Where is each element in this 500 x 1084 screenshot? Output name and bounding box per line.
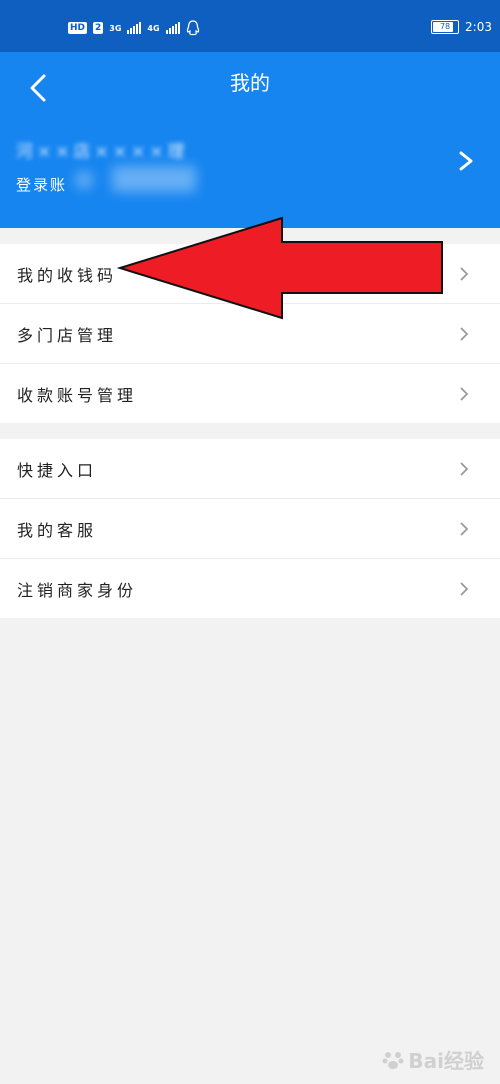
watermark-text: Bai经验 xyxy=(408,1049,484,1073)
chevron-right-icon xyxy=(460,386,469,401)
profile-header: 我的 河××店××××理 登录账 xyxy=(0,52,500,228)
chevron-right-icon[interactable] xyxy=(456,150,476,172)
chevron-right-icon xyxy=(460,521,469,536)
watermark: Bai经验 xyxy=(382,1045,484,1074)
account-label: 登录账 xyxy=(16,176,68,194)
redacted-account-2 xyxy=(112,166,196,192)
page-title: 我的 xyxy=(230,71,270,95)
net2-label: 4G xyxy=(147,23,160,33)
status-left: HD 2 3G 4G xyxy=(68,20,200,36)
menu-section-other: 快捷入口 我的客服 注销商家身份 xyxy=(0,439,500,618)
signal-icon xyxy=(127,22,142,34)
battery-level: 78 xyxy=(439,22,451,31)
signal-icon-2 xyxy=(165,22,180,34)
sim-badge: 2 xyxy=(93,22,104,34)
paw-icon xyxy=(382,1051,404,1069)
chevron-right-icon xyxy=(460,461,469,476)
menu-item-label: 我的收钱码 xyxy=(17,265,118,285)
menu-item-cancel-merchant[interactable]: 注销商家身份 xyxy=(0,559,500,618)
hd-badge: HD xyxy=(68,22,88,34)
menu-item-label: 快捷入口 xyxy=(17,460,98,480)
battery-icon: 78 xyxy=(431,20,460,34)
clock: 2:03 xyxy=(465,20,492,34)
menu-item-multi-store[interactable]: 多门店管理 xyxy=(0,304,500,364)
menu-item-payment-code[interactable]: 我的收钱码 xyxy=(0,244,500,304)
menu-item-label: 多门店管理 xyxy=(17,325,118,345)
net1-label: 3G xyxy=(109,23,122,33)
chevron-right-icon xyxy=(460,266,469,281)
menu-section-account: 我的收钱码 多门店管理 收款账号管理 xyxy=(0,244,500,423)
chevron-right-icon xyxy=(460,326,469,341)
chevron-right-icon xyxy=(460,581,469,596)
qq-icon xyxy=(186,20,199,36)
status-right: 78 2:03 xyxy=(431,20,492,34)
redacted-account xyxy=(76,172,92,188)
menu-item-shortcuts[interactable]: 快捷入口 xyxy=(0,439,500,499)
status-bar: HD 2 3G 4G 78 2:03 xyxy=(0,0,500,52)
menu-item-payee-account[interactable]: 收款账号管理 xyxy=(0,364,500,423)
menu-item-label: 收款账号管理 xyxy=(17,385,138,405)
profile-name[interactable]: 河××店××××理 xyxy=(16,137,188,162)
menu-item-customer-service[interactable]: 我的客服 xyxy=(0,499,500,559)
menu-item-label: 我的客服 xyxy=(17,520,98,540)
menu-item-label: 注销商家身份 xyxy=(17,580,138,600)
